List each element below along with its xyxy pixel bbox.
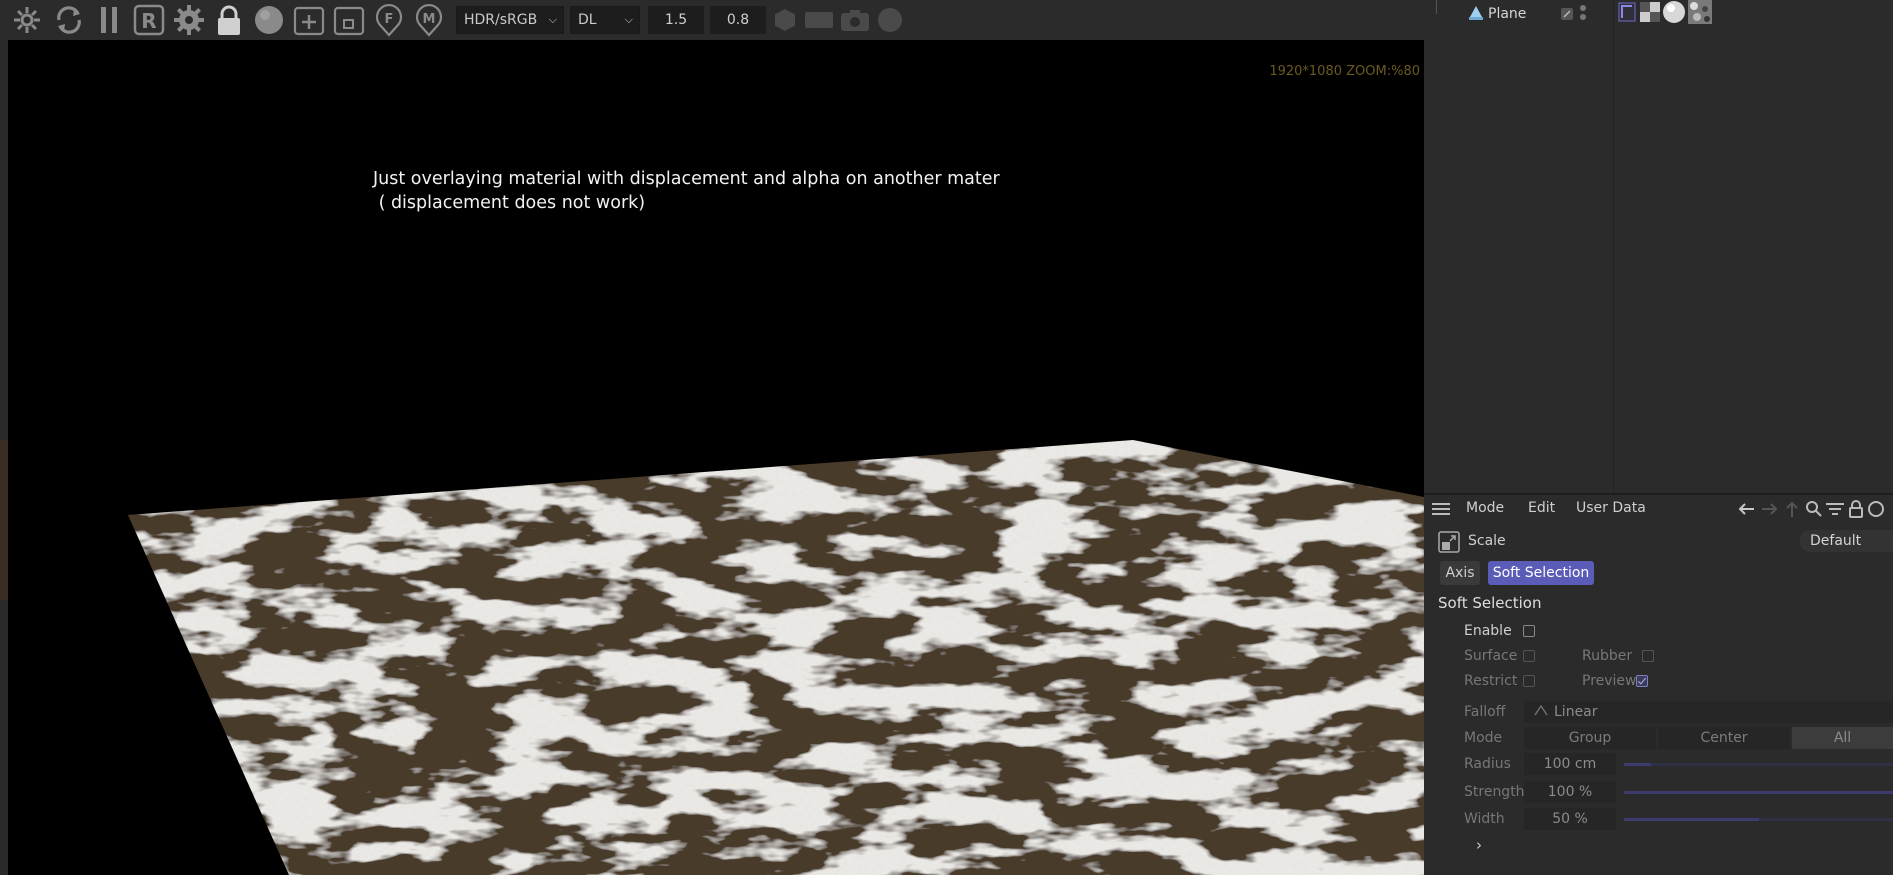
tag-material-white-icon[interactable] [1662,0,1686,28]
chevron-down-icon: ⌵ [624,13,633,26]
right-panel: Plane Mode Edit User Data Scale Default … [1424,0,1893,875]
mode-label: Mode [1464,730,1503,746]
section-title: Soft Selection [1438,594,1542,612]
preview-checkbox[interactable] [1636,675,1648,687]
attribute-manager-header: Mode Edit User Data [1424,496,1893,522]
mode-center-option[interactable]: Center [1658,727,1790,749]
svg-text:F: F [385,12,394,27]
width-field[interactable]: 50 % [1524,808,1616,830]
render-viewport[interactable]: 1920*1080 ZOOM:%80 Just overlaying mater… [0,0,1424,875]
f-marker-icon[interactable]: F [372,3,406,37]
rubber-checkbox[interactable] [1642,650,1654,662]
mode-all-option[interactable]: All [1792,727,1893,749]
object-name-plane: Plane [1488,6,1527,22]
strength-label: Strength [1464,784,1525,800]
sphere-icon[interactable] [252,3,286,37]
pause-icon[interactable] [92,3,126,37]
tag-polygon-selection-icon[interactable] [1618,2,1636,26]
rendered-plane-image [128,440,1424,875]
render-mode-value: DL [578,12,597,28]
radius-field[interactable]: 100 cm [1524,753,1616,775]
caption-line-2: ( displacement does not work) [373,193,646,213]
surface-checkbox[interactable] [1523,650,1535,662]
menu-mode[interactable]: Mode [1466,500,1504,516]
width-label: Width [1464,811,1505,827]
tag-checker-texture-icon[interactable] [1640,2,1660,26]
render-toolbar: R F M HDR/sRGB ⌵ DL ⌵ 1.5 0.8 [0,0,1424,40]
enable-label: Enable [1464,623,1512,639]
restrict-label: Restrict [1464,673,1518,689]
rect-icon[interactable] [804,3,834,37]
falloff-value: Linear [1554,704,1598,720]
falloff-label: Falloff [1464,704,1506,720]
menu-edit[interactable]: Edit [1528,500,1555,516]
strength-slider[interactable] [1624,791,1893,794]
chevron-down-icon: ⌵ [548,13,557,26]
visibility-dots-icon[interactable] [1579,3,1587,27]
box-icon[interactable] [332,3,366,37]
back-arrow-icon[interactable] [1737,500,1755,518]
surface-label: Surface [1464,648,1518,664]
tool-name: Scale [1468,533,1506,549]
svg-text:M: M [423,12,436,27]
preset-select[interactable]: Default [1800,530,1893,552]
resolution-zoom-label: 1920*1080 ZOOM:%80 [1269,64,1420,79]
object-row-plane[interactable]: Plane [1424,0,1893,28]
m-marker-icon[interactable]: M [412,3,446,37]
menu-user-data[interactable]: User Data [1576,500,1646,516]
restrict-checkbox[interactable] [1523,675,1535,687]
up-arrow-icon[interactable] [1783,500,1801,518]
color-space-value: HDR/sRGB [464,12,538,28]
edit-visibility-icon[interactable] [1560,6,1574,25]
lock-panel-icon[interactable] [1847,500,1865,518]
hex-icon[interactable] [772,3,798,37]
settings-gear-refresh-icon[interactable] [10,3,44,37]
hamburger-menu-icon[interactable] [1432,500,1450,518]
strength-field[interactable]: 100 % [1524,781,1616,803]
add-icon[interactable] [292,3,326,37]
camera-icon[interactable] [840,3,870,37]
width-slider[interactable] [1624,818,1893,821]
refresh-icon[interactable] [52,3,86,37]
lock-icon[interactable] [212,3,246,37]
render-mode-select[interactable]: DL ⌵ [570,6,640,34]
tag-material-snow-icon[interactable] [1688,0,1712,28]
search-icon[interactable] [1805,500,1823,518]
plane-object-icon [1468,4,1484,26]
new-panel-icon[interactable] [1867,500,1885,518]
object-manager[interactable]: Plane [1424,0,1893,493]
svg-text:R: R [141,9,156,33]
value-field-1[interactable]: 1.5 [648,6,704,34]
linear-curve-icon [1534,704,1548,720]
tab-axis[interactable]: Axis [1440,561,1480,585]
value-field-2[interactable]: 0.8 [710,6,766,34]
forward-arrow-icon[interactable] [1761,500,1779,518]
caption-line-1: Just overlaying material with displaceme… [373,169,1000,189]
radius-slider[interactable] [1624,763,1893,766]
panel-separator[interactable] [1424,493,1893,495]
filter-icon[interactable] [1826,500,1844,518]
render-caption: Just overlaying material with displaceme… [373,167,1000,215]
left-window-edge [0,0,8,875]
falloff-select[interactable]: Linear [1524,701,1893,723]
region-render-icon[interactable]: R [132,3,166,37]
active-tool-row: Scale Default [1424,528,1893,554]
preview-label: Preview [1582,673,1637,689]
circle-icon[interactable] [876,3,904,37]
chevron-right-icon[interactable]: › [1476,836,1482,854]
rubber-label: Rubber [1582,648,1633,664]
settings-icon[interactable] [172,3,206,37]
enable-checkbox[interactable] [1523,625,1535,637]
radius-label: Radius [1464,756,1511,772]
scale-tool-icon [1438,531,1460,557]
tab-soft-selection[interactable]: Soft Selection [1488,561,1594,585]
color-space-select[interactable]: HDR/sRGB ⌵ [456,6,564,34]
mode-group-option[interactable]: Group [1524,727,1656,749]
